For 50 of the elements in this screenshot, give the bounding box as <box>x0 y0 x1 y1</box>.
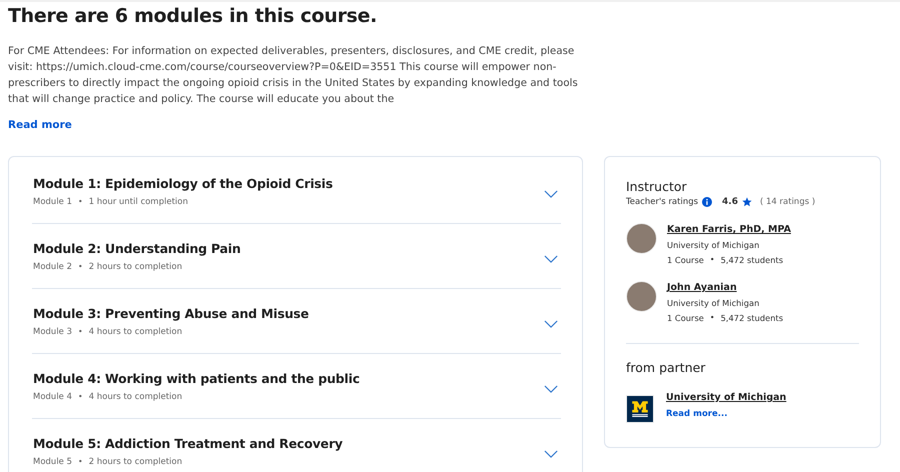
module-label: Module 3 <box>33 326 72 336</box>
bullet-separator: • <box>78 456 83 466</box>
read-more-link[interactable]: Read more... <box>666 409 728 419</box>
instructor-name-link[interactable]: Karen Farris, PhD, MPA <box>667 224 791 235</box>
module-duration: 4 hours to completion <box>88 326 182 336</box>
bullet-separator: • <box>78 196 83 206</box>
module-label: Module 1 <box>33 196 72 206</box>
module-title[interactable]: Module 5: Addiction Treatment and Recovery <box>33 436 343 450</box>
instructor-organization: University of Michigan <box>667 240 760 250</box>
module-title[interactable]: Module 4: Working with patients and the public <box>33 370 360 386</box>
instructor-heading: Instructor <box>626 179 688 194</box>
partner-name-link[interactable]: University of Michigan <box>666 392 786 403</box>
module-duration: 1 hour until completion <box>88 196 188 206</box>
chevron-icon[interactable] <box>544 320 558 328</box>
chevron-icon[interactable] <box>544 190 558 198</box>
module-duration: 2 hours to completion <box>88 456 182 466</box>
ratings-label: Teacher's ratings <box>626 197 698 207</box>
module-title[interactable]: Module 1: Epidemiology of the Opioid Crisis <box>33 176 333 190</box>
info-icon[interactable] <box>702 197 712 207</box>
course-count: 1 Course <box>667 313 704 323</box>
read-more-link[interactable]: Read more <box>8 119 72 131</box>
star-icon <box>742 197 752 207</box>
module-title[interactable]: Module 3: Preventing Abuse and Misuse <box>33 306 309 320</box>
rating-value: 4.6 <box>722 197 738 207</box>
instructor-name-link[interactable]: John Ayanian <box>667 282 737 293</box>
module-label: Module 2 <box>33 262 72 272</box>
module-duration: 4 hours to completion <box>88 392 182 402</box>
university-logo-icon <box>626 395 654 423</box>
course-count: 1 Course <box>667 255 704 265</box>
module-title[interactable]: Module 2: Understanding Pain <box>33 240 241 256</box>
ratings-count: ( 14 ratings ) <box>760 197 816 207</box>
student-count: 5,472 students <box>720 255 784 265</box>
bullet-separator: • <box>710 255 715 265</box>
bullet-separator: • <box>710 313 715 323</box>
module-duration: 2 hours to completion <box>88 262 182 272</box>
chevron-icon[interactable] <box>544 254 558 264</box>
chevron-icon[interactable] <box>544 384 558 394</box>
avatar-placeholder <box>626 281 657 312</box>
partner-heading: from partner <box>626 360 706 375</box>
section-heading: There are 6 modules in this course. <box>8 5 377 27</box>
module-label: Module 5 <box>33 456 72 466</box>
chevron-icon[interactable] <box>544 450 558 458</box>
instructor-organization: University of Michigan <box>667 298 760 308</box>
avatar-placeholder <box>626 223 657 254</box>
bullet-separator: • <box>78 392 83 402</box>
course-description: For CME Attendees: For information on expected deliverables, presenters, disclosures, and CME credit, please visit: https://umich.cloud-cme.com/course/courseoverview?P=0&EID=3551 This course will empower non-prescribers to directly impact the ongoing opioid crisis in the United States by expanding knowledge and tools that will change practice and policy. The course will educate you about the <box>8 44 579 107</box>
bullet-separator: • <box>78 326 83 336</box>
student-count: 5,472 students <box>720 313 784 323</box>
bullet-separator: • <box>78 262 83 272</box>
module-label: Module 4 <box>33 392 72 402</box>
